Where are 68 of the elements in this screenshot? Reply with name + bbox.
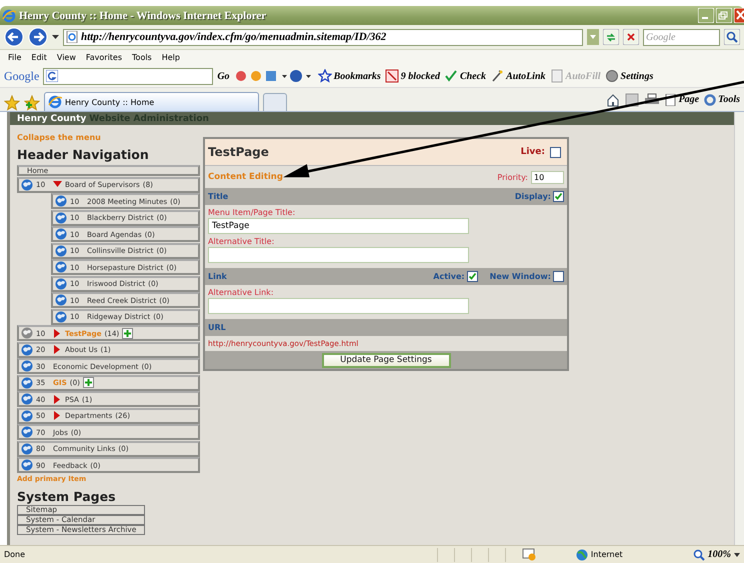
address-field[interactable]: http://henrycountyva.gov/index.cfm/go/menuadmin.sitemap/ID/362 — [63, 28, 583, 46]
option-label: Active: — [433, 272, 465, 281]
menu-item[interactable]: Tools — [132, 53, 152, 62]
section-title: Title — [208, 192, 230, 201]
dropdown-icon[interactable] — [734, 552, 740, 556]
stop-icon[interactable] — [623, 29, 639, 45]
back-icon[interactable] — [4, 27, 24, 47]
close-icon[interactable] — [734, 8, 744, 23]
content-editing-label: Content Editing — [208, 172, 284, 182]
refresh-icon[interactable] — [603, 29, 619, 45]
checkbox[interactable] — [553, 271, 564, 282]
dropdown-icon[interactable] — [52, 35, 59, 39]
window-title: Henry County :: Home - Windows Internet Explorer — [19, 10, 268, 22]
text-field[interactable] — [208, 247, 469, 263]
scrollbar[interactable] — [734, 112, 744, 545]
google-logo: Google — [4, 68, 40, 84]
toolbar-button[interactable]: Check — [444, 69, 486, 83]
check-icon — [444, 69, 458, 83]
zoom-level[interactable]: 100% — [708, 549, 731, 560]
circle-icon — [604, 69, 619, 83]
zoom-icon[interactable] — [692, 548, 705, 560]
update-settings-button[interactable]: Update Page Settings — [322, 352, 450, 368]
toolbar-button[interactable]: Settings — [604, 69, 654, 83]
toolbar-button[interactable]: AutoLink — [490, 69, 546, 83]
field-label: Menu Item/Page Title: — [208, 208, 296, 217]
add-page-icon[interactable] — [82, 377, 94, 388]
menu-item[interactable]: File — [8, 53, 22, 62]
go-button[interactable]: Go — [217, 70, 230, 82]
toolbar-button[interactable]: Bookmarks — [318, 69, 381, 83]
checked-checkbox[interactable] — [553, 191, 564, 202]
section-title: Link — [208, 272, 228, 281]
ie-logo-icon — [2, 8, 16, 22]
toolbar-icons-drawing[interactable] — [234, 69, 314, 83]
star-icon — [318, 69, 332, 83]
blocked-icon — [384, 69, 399, 83]
add-page-icon[interactable] — [122, 328, 134, 338]
section-title: URL — [208, 323, 227, 332]
menu-item[interactable]: Help — [162, 53, 180, 62]
page-icon — [66, 31, 78, 43]
add-favorite-icon[interactable] — [24, 95, 40, 111]
wand-icon — [490, 69, 504, 83]
forward-icon[interactable] — [28, 27, 48, 47]
section-heading: System Pages — [17, 488, 117, 504]
field-label: Alternative Link: — [208, 288, 275, 297]
search-icon[interactable] — [724, 29, 740, 45]
panel-title: TestPage — [208, 145, 270, 159]
text-field[interactable] — [208, 298, 469, 314]
option-label: New Window: — [490, 272, 551, 281]
status-text: Done — [4, 550, 26, 559]
checked-checkbox[interactable] — [466, 271, 478, 282]
field-label: Alternative Title: — [208, 237, 276, 246]
favorites-star-icon[interactable] — [4, 95, 20, 111]
menu-item[interactable]: Favorites — [86, 53, 122, 62]
text-field[interactable]: TestPage — [208, 218, 469, 234]
ie-page-icon — [48, 95, 62, 109]
site-name: Henry County — [17, 114, 86, 124]
option-label: Display: — [514, 192, 551, 201]
menu-item[interactable]: Edit — [31, 53, 47, 62]
google-g-icon — [46, 70, 58, 82]
form-icon — [550, 69, 564, 83]
popup-warning-icon — [522, 548, 536, 561]
google-search-field[interactable] — [43, 68, 214, 84]
globe-icon — [576, 548, 588, 560]
section-heading: Header Navigation — [17, 147, 150, 162]
browser-tab[interactable]: Henry County :: Home — [44, 92, 259, 111]
toolbar-button[interactable]: 9 blocked — [384, 69, 440, 83]
zone-label: Internet — [590, 550, 623, 559]
menu-item[interactable]: View — [56, 53, 76, 62]
